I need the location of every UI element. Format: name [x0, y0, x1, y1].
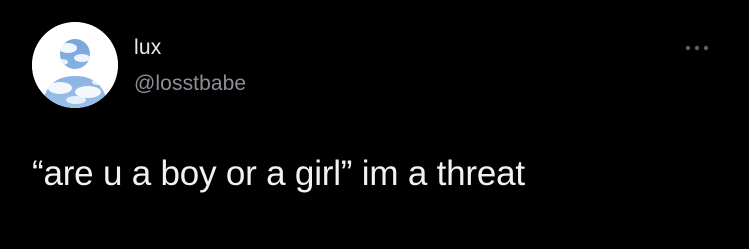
- avatar[interactable]: [32, 22, 118, 108]
- user-handle[interactable]: @losstbabe: [134, 72, 246, 96]
- more-horizontal-icon: [685, 45, 709, 51]
- more-options-button[interactable]: [678, 38, 716, 58]
- display-name[interactable]: lux: [134, 36, 161, 60]
- sky-clouds-avatar-icon: [32, 22, 118, 108]
- tweet-card[interactable]: lux @losstbabe “are u a boy or a girl” i…: [0, 0, 749, 249]
- tweet-text: “are u a boy or a girl” im a threat: [32, 154, 525, 193]
